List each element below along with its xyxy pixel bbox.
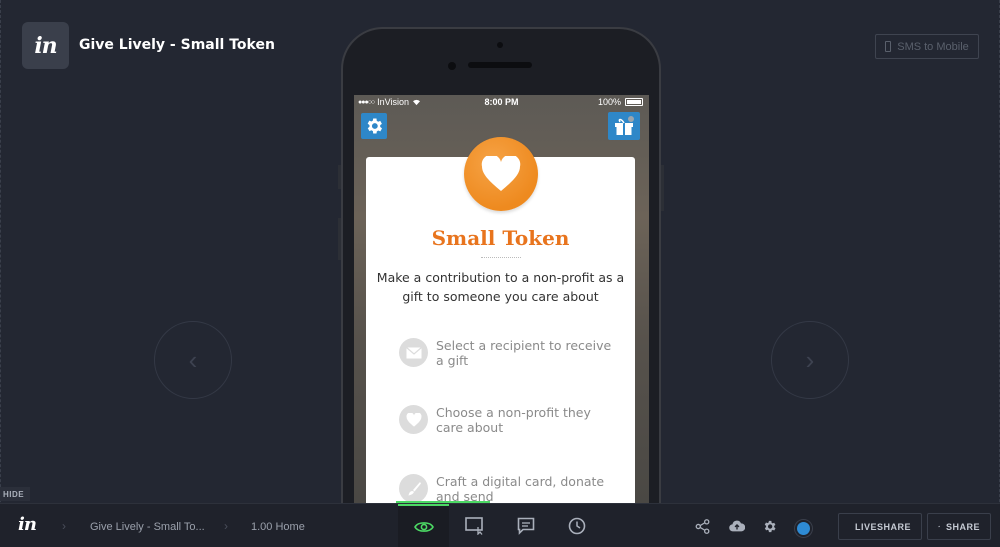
previous-screen-button[interactable]: ‹ <box>154 321 232 399</box>
ios-status-bar: ●●●○○ InVision 8:00 PM 100% <box>354 95 649 109</box>
sync-button[interactable] <box>729 518 745 534</box>
gift-icon <box>615 116 634 135</box>
gear-icon <box>764 520 775 532</box>
chevron-right-icon: › <box>224 519 228 533</box>
phone-camera <box>497 42 503 48</box>
card-description: Make a contribution to a non-profit as a… <box>376 270 625 304</box>
project-title: Give Lively - Small Token <box>79 37 275 53</box>
mobile-phone-icon <box>885 41 892 52</box>
battery-label: 100% <box>597 97 621 107</box>
share-nodes-icon <box>695 518 709 534</box>
phone-speaker <box>468 62 532 68</box>
next-screen-button[interactable]: › <box>771 321 849 399</box>
phone-side-button <box>661 165 664 211</box>
card-title: Small Token <box>431 226 570 250</box>
mode-switcher <box>398 504 602 547</box>
settings-button[interactable] <box>761 518 777 534</box>
invision-logo[interactable]: in <box>22 22 69 69</box>
comment-icon <box>517 517 534 535</box>
breadcrumb-screen[interactable]: 1.00 Home <box>251 521 305 533</box>
share-button[interactable]: SHARE <box>927 513 991 540</box>
brush-icon <box>399 474 428 503</box>
preview-mode-button[interactable] <box>398 504 449 547</box>
step-item: Choose a non-profit they care about <box>399 405 616 435</box>
heart-icon <box>481 156 521 191</box>
battery-icon <box>625 98 643 106</box>
sms-to-mobile-button[interactable]: SMS to Mobile <box>875 34 979 59</box>
screen-cursor-icon <box>464 517 483 535</box>
liveshare-label: LIVESHARE <box>855 521 912 532</box>
heart-badge <box>464 137 538 211</box>
chevron-right-icon: › <box>805 344 815 375</box>
envelope-icon <box>399 338 428 367</box>
history-mode-button[interactable] <box>551 504 602 547</box>
title-divider <box>481 257 521 258</box>
user-status-indicator[interactable] <box>797 522 810 535</box>
step-item: Craft a digital card, donate and send <box>399 474 616 504</box>
clock-icon <box>568 517 585 535</box>
hide-toolbar-button[interactable]: HIDE <box>0 487 31 501</box>
gift-button[interactable] <box>608 112 640 140</box>
gear-icon <box>367 118 382 134</box>
share-network-button[interactable] <box>694 518 710 534</box>
share-arrow-icon <box>938 525 940 528</box>
logo-text: in <box>34 32 57 59</box>
phone-sensor <box>448 62 456 70</box>
build-mode-button[interactable] <box>449 504 500 547</box>
cloud-upload-icon <box>729 520 745 532</box>
settings-button[interactable] <box>361 113 387 139</box>
step-item: Select a recipient to receive a gift <box>399 338 616 368</box>
bottom-toolbar: in › Give Lively - Small To... › 1.00 Ho… <box>0 503 1000 547</box>
chevron-left-icon: ‹ <box>188 344 198 375</box>
breadcrumb-project[interactable]: Give Lively - Small To... <box>90 521 205 533</box>
step-text: Craft a digital card, donate and send <box>436 474 605 504</box>
eye-icon <box>413 522 434 532</box>
share-label: SHARE <box>945 521 980 532</box>
heart-icon <box>399 405 428 434</box>
chevron-right-icon: › <box>62 519 66 533</box>
invision-logo-small[interactable]: in <box>18 514 37 535</box>
sms-button-label: SMS to Mobile <box>897 40 969 53</box>
step-text: Choose a non-profit they care about <box>436 405 591 435</box>
step-text: Select a recipient to receive a gift <box>436 338 612 368</box>
comment-mode-button[interactable] <box>500 504 551 547</box>
liveshare-button[interactable]: LIVESHARE <box>838 513 922 540</box>
phone-side-button <box>338 218 341 260</box>
phone-side-button <box>338 165 341 189</box>
